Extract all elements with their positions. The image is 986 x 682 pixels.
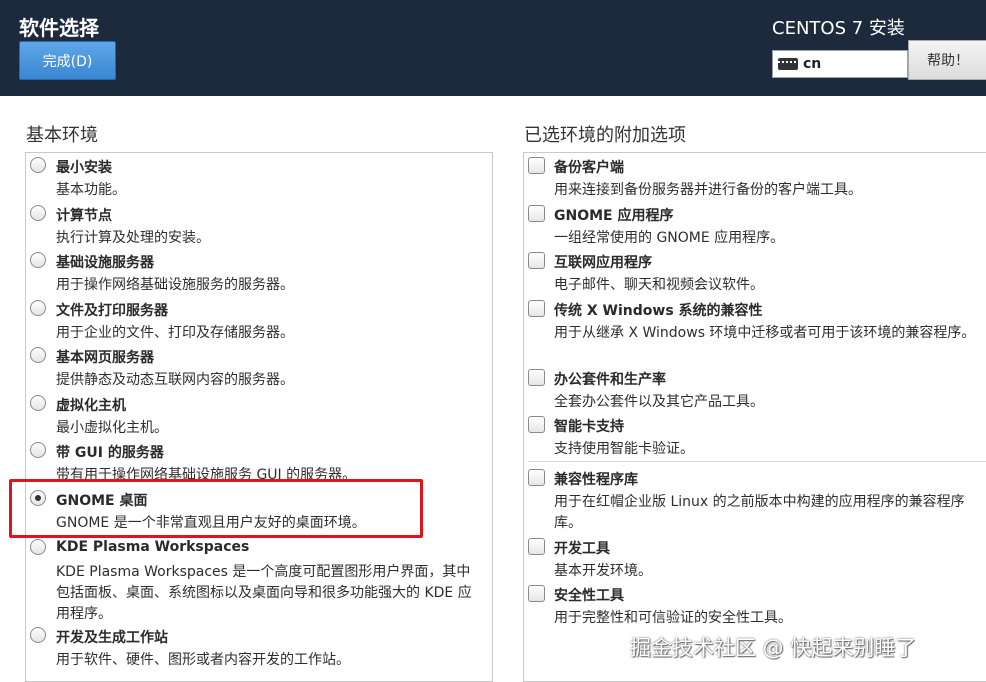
addon-title: GNOME 应用程序: [554, 208, 674, 224]
addon-title: 办公套件和生产率: [554, 372, 666, 388]
keyboard-layout-indicator[interactable]: cn: [772, 50, 908, 78]
addon-smart-card[interactable]: 智能卡支持 支持使用智能卡验证。: [524, 414, 986, 458]
addon-title: 备份客户端: [554, 160, 624, 176]
radio-button[interactable]: [30, 442, 46, 458]
addon-internet-apps[interactable]: 互联网应用程序 电子邮件、聊天和视频会议软件。: [524, 250, 986, 294]
radio-button[interactable]: [30, 205, 46, 221]
page-title: 软件选择: [19, 16, 99, 40]
env-option-web-server[interactable]: 基本网页服务器 提供静态及动态互联网内容的服务器。: [26, 345, 492, 389]
env-title: 基础设施服务器: [56, 255, 154, 271]
env-desc: 提供静态及动态互联网内容的服务器。: [56, 372, 294, 388]
addon-office-suite[interactable]: 办公套件和生产率 全套办公套件以及其它产品工具。: [524, 367, 986, 411]
checkbox[interactable]: [528, 585, 545, 602]
radio-button[interactable]: [30, 395, 46, 411]
checkbox[interactable]: [528, 300, 545, 317]
env-title: 带 GUI 的服务器: [56, 445, 164, 461]
keyboard-icon: [778, 58, 798, 70]
radio-button[interactable]: [30, 252, 46, 268]
env-title: 基本网页服务器: [56, 350, 154, 366]
env-title: 计算节点: [56, 208, 112, 224]
addon-title: 传统 X Windows 系统的兼容性: [554, 303, 763, 319]
addon-desc: 用来连接到备份服务器并进行备份的客户端工具。: [554, 182, 862, 198]
help-button[interactable]: 帮助！: [908, 40, 986, 80]
addons-heading: 已选环境的附加选项: [524, 125, 686, 146]
env-title: 虚拟化主机: [56, 398, 126, 414]
base-env-heading: 基本环境: [26, 125, 98, 146]
annotation-highlight-box: [9, 479, 423, 538]
watermark: 掘金技术社区 @ 快起来别睡了: [630, 636, 917, 660]
env-desc: 最小虚拟化主机。: [56, 420, 168, 436]
addon-desc: 支持使用智能卡验证。: [554, 441, 694, 457]
addon-title: 智能卡支持: [554, 419, 624, 435]
env-option-compute-node[interactable]: 计算节点 执行计算及处理的安装。: [26, 203, 492, 247]
checkbox[interactable]: [528, 416, 545, 433]
env-desc: 用于软件、硬件、图形或者内容开发的工作站。: [56, 652, 350, 668]
checkbox[interactable]: [528, 205, 545, 222]
addon-dev-tools[interactable]: 开发工具 基本开发环境。: [524, 536, 986, 580]
divider: [528, 461, 986, 462]
addon-title: 兼容性程序库: [554, 472, 638, 488]
addons-list: 备份客户端 用来连接到备份服务器并进行备份的客户端工具。 GNOME 应用程序 …: [523, 152, 986, 682]
env-title: KDE Plasma Workspaces: [56, 539, 250, 555]
env-desc: 用于企业的文件、打印及存储服务器。: [56, 325, 294, 341]
addon-desc: 用于在红帽企业版 Linux 的之前版本中构建的应用程序的兼容程序库。: [554, 494, 965, 531]
env-option-kde-plasma[interactable]: KDE Plasma Workspaces KDE Plasma Workspa…: [26, 537, 492, 623]
env-desc: 基本功能。: [56, 182, 126, 198]
addon-security-tools[interactable]: 安全性工具 用于完整性和可信验证的安全性工具。: [524, 583, 986, 627]
addon-title: 开发工具: [554, 541, 610, 557]
env-desc: KDE Plasma Workspaces 是一个高度可配置图形用户界面，其中包…: [56, 564, 472, 622]
addon-title: 互联网应用程序: [554, 255, 652, 271]
addon-desc: 用于从继承 X Windows 环境中迁移或者可用于该环境的兼容程序。: [554, 325, 976, 341]
addon-desc: 全套办公套件以及其它产品工具。: [554, 394, 764, 410]
env-option-file-print-server[interactable]: 文件及打印服务器 用于企业的文件、打印及存储服务器。: [26, 298, 492, 342]
addon-desc: 电子邮件、聊天和视频会议软件。: [554, 277, 764, 293]
addon-title: 安全性工具: [554, 588, 624, 604]
product-title: CENTOS 7 安装: [772, 18, 905, 39]
radio-button[interactable]: [30, 539, 46, 555]
addon-desc: 基本开发环境。: [554, 563, 652, 579]
addon-gnome-apps[interactable]: GNOME 应用程序 一组经常使用的 GNOME 应用程序。: [524, 203, 986, 247]
env-title: 最小安装: [56, 160, 112, 176]
env-option-dev-workstation[interactable]: 开发及生成工作站 用于软件、硬件、图形或者内容开发的工作站。: [26, 625, 492, 669]
addon-compat-libraries[interactable]: 兼容性程序库 用于在红帽企业版 Linux 的之前版本中构建的应用程序的兼容程序…: [524, 467, 986, 533]
addon-legacy-x-windows[interactable]: 传统 X Windows 系统的兼容性 用于从继承 X Windows 环境中迁…: [524, 298, 986, 364]
checkbox[interactable]: [528, 369, 545, 386]
top-bar: 软件选择 完成(D) CENTOS 7 安装 cn 帮助！: [0, 0, 986, 96]
addon-backup-client[interactable]: 备份客户端 用来连接到备份服务器并进行备份的客户端工具。: [524, 155, 986, 199]
env-title: 开发及生成工作站: [56, 630, 168, 646]
checkbox[interactable]: [528, 469, 545, 486]
radio-button[interactable]: [30, 347, 46, 363]
keyboard-layout-label: cn: [803, 56, 822, 72]
checkbox[interactable]: [528, 157, 545, 174]
checkbox[interactable]: [528, 252, 545, 269]
done-button[interactable]: 完成(D): [19, 41, 116, 80]
radio-button[interactable]: [30, 627, 46, 643]
env-option-minimal[interactable]: 最小安装 基本功能。: [26, 155, 492, 199]
addon-desc: 用于完整性和可信验证的安全性工具。: [554, 610, 792, 626]
radio-button[interactable]: [30, 157, 46, 173]
radio-button[interactable]: [30, 300, 46, 316]
addon-desc: 一组经常使用的 GNOME 应用程序。: [554, 230, 785, 246]
env-option-virtualization-host[interactable]: 虚拟化主机 最小虚拟化主机。: [26, 393, 492, 437]
env-desc: 执行计算及处理的安装。: [56, 230, 210, 246]
base-env-list: 最小安装 基本功能。 计算节点 执行计算及处理的安装。 基础设施服务器 用于操作…: [25, 152, 493, 682]
env-option-server-with-gui[interactable]: 带 GUI 的服务器 带有用于操作网络基础设施服务 GUI 的服务器。: [26, 440, 492, 484]
env-desc: 用于操作网络基础设施服务的服务器。: [56, 277, 294, 293]
env-title: 文件及打印服务器: [56, 303, 168, 319]
env-option-infrastructure-server[interactable]: 基础设施服务器 用于操作网络基础设施服务的服务器。: [26, 250, 492, 294]
checkbox[interactable]: [528, 538, 545, 555]
